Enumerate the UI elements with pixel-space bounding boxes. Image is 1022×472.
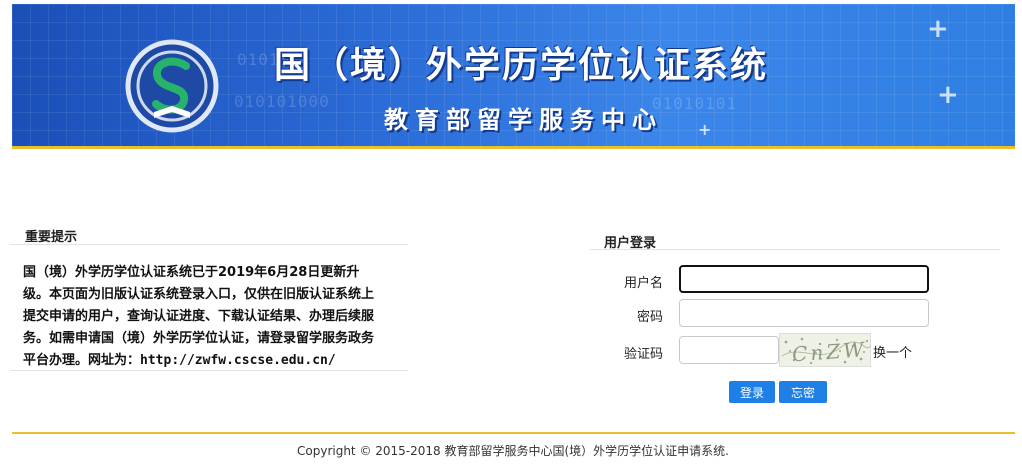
- forgot-password-button[interactable]: 忘密: [779, 381, 827, 403]
- login-header: 用户登录: [590, 231, 1000, 251]
- banner-title: 国（境）外学历学位认证系统: [274, 45, 769, 86]
- captcha-input[interactable]: [679, 336, 779, 364]
- plus-decoration: +: [937, 80, 959, 110]
- login-heading: 用户登录: [604, 236, 657, 251]
- footer: Copyright © 2015-2018 教育部留学服务中心国(境）外学历学位…: [0, 442, 1022, 459]
- captcha-image[interactable]: CnZW: [779, 333, 871, 367]
- cscse-logo-icon: [125, 39, 219, 133]
- username-input[interactable]: [679, 265, 929, 293]
- captcha-noise-graphic: CnZW: [781, 337, 870, 366]
- copyright-text: Copyright © 2015-2018 教育部留学服务中心国(境）外学历学位…: [297, 444, 729, 458]
- header-banner: 0101010 010101000 01010101 + + + 国（境）外学历…: [12, 4, 1015, 146]
- plus-decoration: +: [698, 120, 712, 139]
- notice-body: 国（境）外学历学位认证系统已于2019年6月28日更新升级。本页面为旧版认证系统…: [23, 262, 385, 372]
- notice-url-link[interactable]: http://zwfw.cscse.edu.cn/: [140, 353, 336, 368]
- captcha-label: 验证码: [623, 347, 663, 362]
- notice-heading: 重要提示: [25, 230, 78, 245]
- refresh-captcha-link[interactable]: 换一个: [873, 342, 912, 361]
- binary-decoration: 01010101: [652, 94, 738, 113]
- binary-decoration: 010101000: [234, 92, 330, 111]
- notice-header: 重要提示: [10, 224, 408, 245]
- banner-subtitle: 教育部留学服务中心: [384, 105, 663, 134]
- plus-decoration: +: [927, 14, 949, 44]
- login-button[interactable]: 登录: [729, 381, 775, 403]
- footer-accent-line: [12, 432, 1015, 434]
- notice-divider: [10, 370, 408, 371]
- username-label: 用户名: [623, 276, 663, 291]
- banner-accent-line: [12, 146, 1015, 149]
- password-input[interactable]: [679, 299, 929, 327]
- captcha-text: CnZW: [791, 337, 867, 366]
- password-label: 密码: [636, 310, 663, 325]
